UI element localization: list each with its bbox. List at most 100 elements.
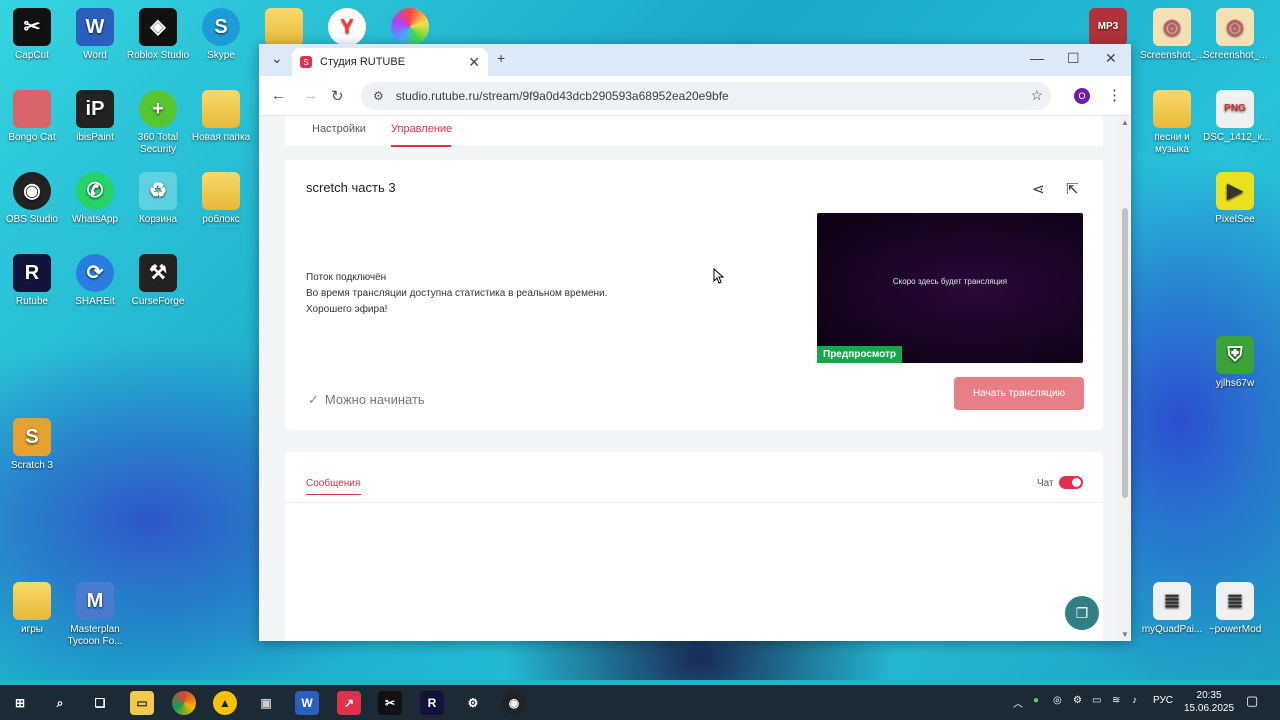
desktop-icon-label: Masterplan Tycoon Fo... — [67, 624, 123, 647]
desktop-icon-label: Skype — [207, 50, 235, 61]
scroll-down-icon[interactable]: ▼ — [1121, 630, 1129, 639]
folder-icon — [265, 8, 303, 46]
desktop-icon-ibispaint[interactable]: iP ibisPaint — [63, 90, 127, 144]
desktop-icon-bongo-cat[interactable]: Bongo Cat — [0, 90, 64, 144]
notifications-icon[interactable]: ▢ — [1246, 693, 1258, 709]
page-scrollbar[interactable]: ▲ ▼ — [1119, 116, 1131, 641]
desktop-icon-word[interactable]: W Word — [63, 8, 127, 62]
support-chat-button[interactable]: ❐ — [1065, 596, 1099, 630]
desktop-icon-label: роблокс — [202, 214, 240, 225]
play-icon: ▶ — [1216, 172, 1254, 210]
desktop-icon-360-total-security[interactable]: + 360 Total Security — [126, 90, 190, 156]
desktop-icon-curseforge[interactable]: ⚒ CurseForge — [126, 254, 190, 308]
desktop-icon-roblox-studio[interactable]: ◈ Roblox Studio — [126, 8, 190, 62]
desktop-icon-games-folder[interactable]: игры — [0, 582, 64, 636]
windows-start-icon[interactable]: ⊞ — [8, 691, 32, 715]
settings-gear-icon[interactable]: ⚙ — [461, 691, 485, 715]
chrome-icon[interactable] — [172, 691, 196, 715]
volume-icon[interactable]: ♪ — [1132, 695, 1137, 706]
desktop-icon-scratch[interactable]: S Scratch 3 — [0, 418, 64, 472]
app-icon[interactable]: ▲ — [213, 691, 237, 715]
tab-search-icon[interactable]: ⌄ — [271, 50, 283, 67]
chat-toggle-label: Чат — [1037, 478, 1054, 489]
desktop-icon-rutube[interactable]: R Rutube — [0, 254, 64, 308]
window-app-icon[interactable]: ▣ — [254, 691, 278, 715]
app-icon[interactable]: ↗ — [337, 691, 361, 715]
bookmark-star-icon[interactable]: ☆ — [1030, 87, 1043, 104]
desktop-icon-myquadpai[interactable]: ≣ myQuadPai... — [1140, 582, 1204, 636]
reload-icon[interactable]: ↻ — [331, 87, 344, 105]
desktop-icon-recycle-bin[interactable]: ♻ Корзина — [126, 172, 190, 226]
tab-rutube-studio[interactable]: S Студия RUTUBE ✕ — [292, 48, 488, 76]
chat-toggle[interactable] — [1059, 476, 1083, 489]
tab-messages[interactable]: Сообщения — [306, 478, 360, 489]
desktop-icon-roblox-folder[interactable]: роблокс — [189, 172, 253, 226]
desktop-icon-label: WhatsApp — [71, 214, 119, 225]
roblox-studio-icon: ◈ — [139, 8, 177, 46]
desktop-icon-new-folder[interactable]: Новая папка — [189, 90, 253, 144]
start-broadcast-button[interactable]: Начать трансляцию — [954, 377, 1084, 410]
tab-settings[interactable]: Настройки — [312, 123, 366, 135]
desktop-icon-dsc-png[interactable]: PNG DSC_1412_к... — [1203, 90, 1271, 144]
document-icon: ≣ — [1216, 582, 1254, 620]
ready-status: ✓ Можно начинать — [308, 392, 425, 408]
scrollbar-thumb[interactable] — [1122, 208, 1128, 498]
desktop-icon-pixelsee[interactable]: ▶ PixelSee — [1203, 172, 1267, 226]
skype-icon: S — [202, 8, 240, 46]
browser-window: ⌄ S Студия RUTUBE ✕ + — ☐ ✕ ← → ↻ ⚙ stud… — [259, 44, 1131, 641]
obs-icon[interactable]: ◉ — [502, 691, 526, 715]
desktop-icon-label: Screenshot_... — [1203, 50, 1268, 61]
close-window-icon[interactable]: ✕ — [1105, 50, 1117, 67]
site-settings-icon[interactable]: ⚙ — [373, 89, 384, 103]
maximize-icon[interactable]: ☐ — [1067, 50, 1080, 67]
new-tab-icon[interactable]: + — [497, 50, 505, 66]
desktop-icon-powermod[interactable]: ≣ ~powerMod — [1203, 582, 1267, 636]
capcut-icon[interactable]: ✂ — [378, 691, 402, 715]
desktop-icon-yjlhs67w[interactable]: ⛨ yjlhs67w — [1203, 336, 1267, 390]
rutube-icon[interactable]: R — [420, 691, 444, 715]
battery-icon[interactable]: ▭ — [1092, 695, 1101, 706]
desktop-icon-obs-studio[interactable]: ◉ OBS Studio — [0, 172, 64, 226]
png-file-icon: PNG — [1216, 90, 1254, 128]
tray-app-icon[interactable]: ● — [1033, 695, 1039, 706]
stream-subtabs: Настройки Управление — [285, 116, 1103, 147]
share-icon[interactable]: ⋖ — [1032, 180, 1045, 198]
desktop-icon-screenshot-1[interactable]: ◎ Screenshot_... — [1140, 8, 1204, 62]
back-icon[interactable]: ← — [271, 87, 286, 104]
task-view-icon[interactable]: ❏ — [88, 691, 112, 715]
word-icon: W — [76, 8, 114, 46]
scroll-up-icon[interactable]: ▲ — [1121, 118, 1129, 127]
external-link-icon[interactable]: ⇱ — [1066, 180, 1079, 198]
desktop-icon-screenshot-2[interactable]: ◎ Screenshot_... — [1203, 8, 1267, 62]
tab-management[interactable]: Управление — [391, 123, 452, 135]
desktop-icon-masterplan[interactable]: M Masterplan Tycoon Fo... — [63, 582, 127, 648]
desktop-icon-whatsapp[interactable]: ✆ WhatsApp — [63, 172, 127, 226]
forward-icon[interactable]: → — [303, 87, 318, 104]
stream-preview[interactable]: Скоро здесь будет трансляция Предпросмот… — [817, 213, 1083, 363]
tab-bar: ⌄ S Студия RUTUBE ✕ + — ☐ ✕ — [259, 44, 1131, 76]
yandex-browser-icon: Y — [328, 8, 366, 46]
address-bar[interactable]: ⚙ studio.rutube.ru/stream/9f9a0d43dcb290… — [361, 82, 1051, 110]
network-icon[interactable]: ≋ — [1112, 695, 1120, 706]
taskbar-clock[interactable]: 20:35 15.06.2025 — [1184, 689, 1234, 715]
language-indicator[interactable]: РУС — [1153, 695, 1173, 706]
desktop-icon-label: CapCut — [15, 50, 49, 61]
menu-kebab-icon[interactable]: ⋮ — [1107, 86, 1122, 104]
minimize-icon[interactable]: — — [1030, 50, 1044, 66]
close-tab-icon[interactable]: ✕ — [468, 54, 480, 71]
tray-chevron-icon[interactable]: ︿ — [1013, 695, 1023, 710]
profile-avatar[interactable]: O — [1074, 88, 1090, 104]
tray-app-icon[interactable]: ⚙ — [1073, 695, 1082, 706]
file-explorer-icon[interactable]: ▭ — [130, 691, 154, 715]
tray-app-icon[interactable]: ◎ — [1053, 695, 1062, 706]
messages-tab-underline — [306, 494, 361, 495]
desktop-icon-songs-folder[interactable]: песни и музыка — [1140, 90, 1204, 156]
desktop-icon-label: Rutube — [15, 296, 49, 307]
desktop-icon-capcut[interactable]: ✂ CapCut — [0, 8, 64, 62]
desktop-icon-label: DSC_1412_к... — [1203, 132, 1271, 143]
search-icon[interactable]: ⌕ — [48, 691, 72, 715]
desktop-icon-shareit[interactable]: ⟳ SHAREit — [63, 254, 127, 308]
desktop-icon-skype[interactable]: S Skype — [189, 8, 253, 62]
mp3-file-icon: MP3 — [1089, 8, 1127, 46]
word-icon[interactable]: W — [295, 691, 319, 715]
